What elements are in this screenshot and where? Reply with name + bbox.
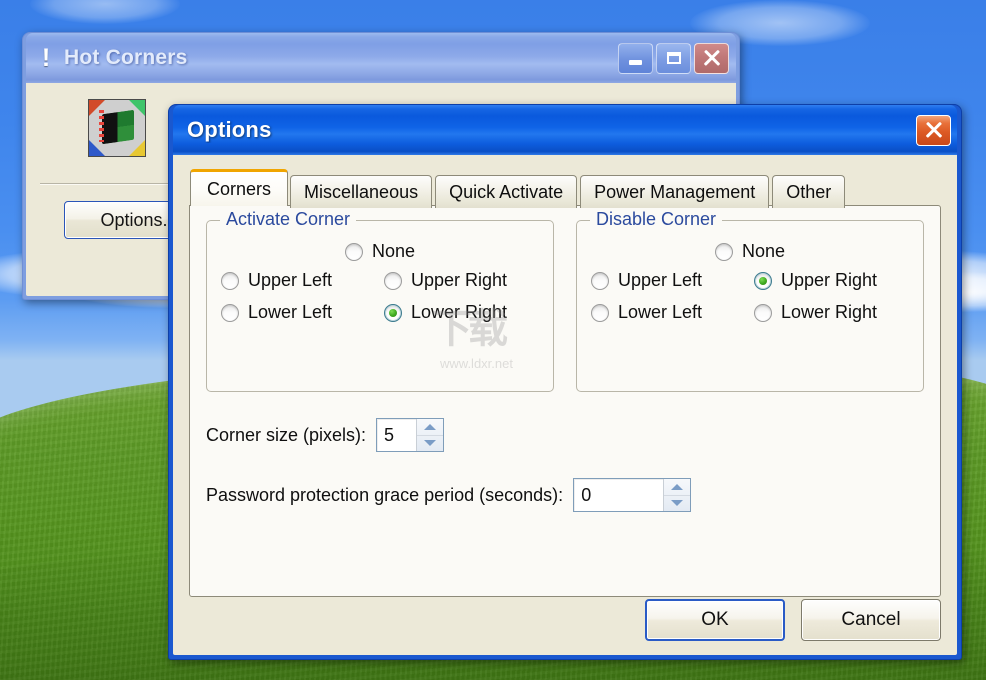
minimize-icon <box>629 60 642 65</box>
corner-size-row: Corner size (pixels): 5 <box>206 418 924 452</box>
corner-size-input[interactable]: 5 <box>377 419 416 451</box>
cancel-button[interactable]: Cancel <box>801 599 941 641</box>
radio-label: Upper Right <box>411 270 508 290</box>
disable-corner-legend: Disable Corner <box>590 209 723 230</box>
radio-disable-none[interactable]: None <box>714 241 786 262</box>
tab-miscellaneous[interactable]: Miscellaneous <box>290 175 433 208</box>
dialog-action-buttons: OK Cancel <box>645 599 941 641</box>
chevron-up-icon <box>424 423 437 430</box>
radio-disable-lower-right[interactable]: Lower Right <box>754 302 909 323</box>
spinner-up-button[interactable] <box>417 419 444 436</box>
activate-corner-legend: Activate Corner <box>220 209 357 230</box>
grace-period-row: Password protection grace period (second… <box>206 478 924 512</box>
radio-indicator-icon <box>591 271 609 290</box>
radio-disable-upper-right[interactable]: Upper Right <box>754 270 909 291</box>
radio-indicator-icon <box>221 271 239 290</box>
activate-corner-options: Upper Left Upper Right Lower Left Lower … <box>221 270 539 323</box>
chevron-down-icon <box>671 500 684 507</box>
options-dialog[interactable]: Options Corners Miscellaneous Quick Acti… <box>168 104 962 660</box>
radio-indicator-icon <box>221 303 239 322</box>
radio-label: Upper Left <box>248 270 333 290</box>
minimize-button[interactable] <box>618 42 653 74</box>
ok-button[interactable]: OK <box>645 599 785 641</box>
radio-disable-lower-left[interactable]: Lower Left <box>591 302 746 323</box>
dialog-body: Corners Miscellaneous Quick Activate Pow… <box>173 155 957 655</box>
maximize-button[interactable] <box>656 42 691 74</box>
radio-indicator-icon <box>384 303 402 322</box>
grace-period-stepper[interactable]: 0 <box>573 478 692 512</box>
disable-none-row: None <box>591 241 909 262</box>
exclamation-icon: ! <box>41 44 51 72</box>
radio-activate-lower-left[interactable]: Lower Left <box>221 302 376 323</box>
flag-dots <box>99 110 104 142</box>
radio-label: Lower Left <box>618 302 703 322</box>
grace-period-spin-buttons <box>663 479 691 512</box>
disable-corner-group: Disable Corner None Upper Left Upper Rig… <box>576 209 924 392</box>
grace-period-input[interactable]: 0 <box>574 479 663 511</box>
tab-power-management[interactable]: Power Management <box>580 175 770 208</box>
close-icon <box>703 50 720 67</box>
activate-none-row: None <box>221 241 539 262</box>
tab-other[interactable]: Other <box>772 175 846 208</box>
radio-indicator-icon <box>384 271 402 290</box>
radio-indicator-icon <box>344 242 363 261</box>
activate-corner-group: Activate Corner None Upper Left Upper Ri… <box>206 209 554 392</box>
radio-label: Lower Right <box>781 302 878 322</box>
radio-activate-none[interactable]: None <box>344 241 416 262</box>
dialog-title: Options <box>187 117 272 142</box>
radio-label: None <box>371 241 416 261</box>
dialog-close-button[interactable] <box>916 114 951 146</box>
close-icon <box>925 122 942 139</box>
spinner-down-button[interactable] <box>417 436 443 452</box>
radio-activate-upper-right[interactable]: Upper Right <box>384 270 539 291</box>
window-controls <box>618 42 729 74</box>
tab-quick-activate[interactable]: Quick Activate <box>435 175 578 208</box>
chevron-down-icon <box>424 440 437 447</box>
grace-period-label: Password protection grace period (second… <box>206 484 564 505</box>
corner-groups: Activate Corner None Upper Left Upper Ri… <box>206 209 924 392</box>
maximize-icon <box>666 52 681 64</box>
radio-activate-lower-right[interactable]: Lower Right <box>384 302 539 323</box>
radio-indicator-icon <box>754 271 772 290</box>
corner-size-label: Corner size (pixels): <box>206 424 367 445</box>
spinner-down-button[interactable] <box>664 496 690 512</box>
radio-indicator-icon <box>714 242 733 261</box>
disable-corner-options: Upper Left Upper Right Lower Left Lower … <box>591 270 909 323</box>
radio-label: Lower Left <box>248 302 333 322</box>
spinner-up-button[interactable] <box>664 479 691 496</box>
tab-corners[interactable]: Corners <box>190 169 289 206</box>
radio-indicator-icon <box>754 303 772 322</box>
radio-indicator-icon <box>591 303 609 322</box>
corner-size-stepper[interactable]: 5 <box>376 418 445 452</box>
corner-size-spin-buttons <box>416 419 444 452</box>
radio-activate-upper-left[interactable]: Upper Left <box>221 270 376 291</box>
flag-shape <box>102 109 134 145</box>
radio-label: Upper Right <box>781 270 878 290</box>
chevron-up-icon <box>671 483 684 490</box>
radio-label: None <box>741 241 786 261</box>
screen: ! Hot Corners Options... Options Corners… <box>0 0 986 680</box>
windows-flag-icon <box>88 99 146 157</box>
dialog-titlebar[interactable]: Options <box>173 105 957 155</box>
radio-label: Lower Right <box>411 302 508 322</box>
cloud-shape <box>30 0 180 24</box>
radio-label: Upper Left <box>618 270 703 290</box>
main-window-title: Hot Corners <box>64 46 188 69</box>
main-window-titlebar[interactable]: ! Hot Corners <box>26 33 736 83</box>
radio-disable-upper-left[interactable]: Upper Left <box>591 270 746 291</box>
close-button[interactable] <box>694 42 729 74</box>
corners-tab-panel: Activate Corner None Upper Left Upper Ri… <box>189 205 941 597</box>
tabstrip: Corners Miscellaneous Quick Activate Pow… <box>189 169 941 208</box>
